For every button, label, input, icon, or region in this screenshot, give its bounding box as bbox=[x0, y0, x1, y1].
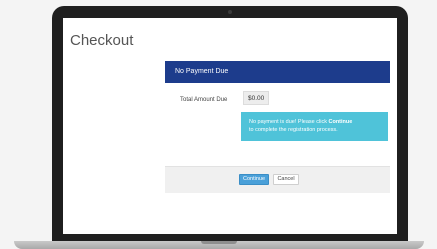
cancel-button[interactable]: Cancel bbox=[273, 174, 299, 185]
total-amount-label: Total Amount Due bbox=[180, 97, 228, 103]
webcam-icon bbox=[228, 10, 232, 14]
info-text-line2: to complete the registration process. bbox=[249, 127, 338, 133]
page-title: Checkout bbox=[70, 32, 134, 49]
info-emphasis: Continue bbox=[328, 119, 353, 125]
laptop-base bbox=[14, 241, 424, 249]
laptop-notch bbox=[201, 241, 237, 244]
info-text: No payment is due! Please click bbox=[249, 119, 329, 125]
total-amount-value: $0.00 bbox=[243, 91, 270, 105]
form-footer: Continue Cancel bbox=[165, 166, 390, 193]
laptop-screen: Checkout No Payment Due Total Amount Due… bbox=[63, 18, 397, 234]
laptop-mockup: Checkout No Payment Due Total Amount Due… bbox=[0, 0, 437, 249]
continue-button[interactable]: Continue bbox=[239, 174, 269, 185]
panel-header: No Payment Due bbox=[165, 61, 390, 83]
info-alert: No payment is due! Please click Continue… bbox=[241, 112, 388, 141]
